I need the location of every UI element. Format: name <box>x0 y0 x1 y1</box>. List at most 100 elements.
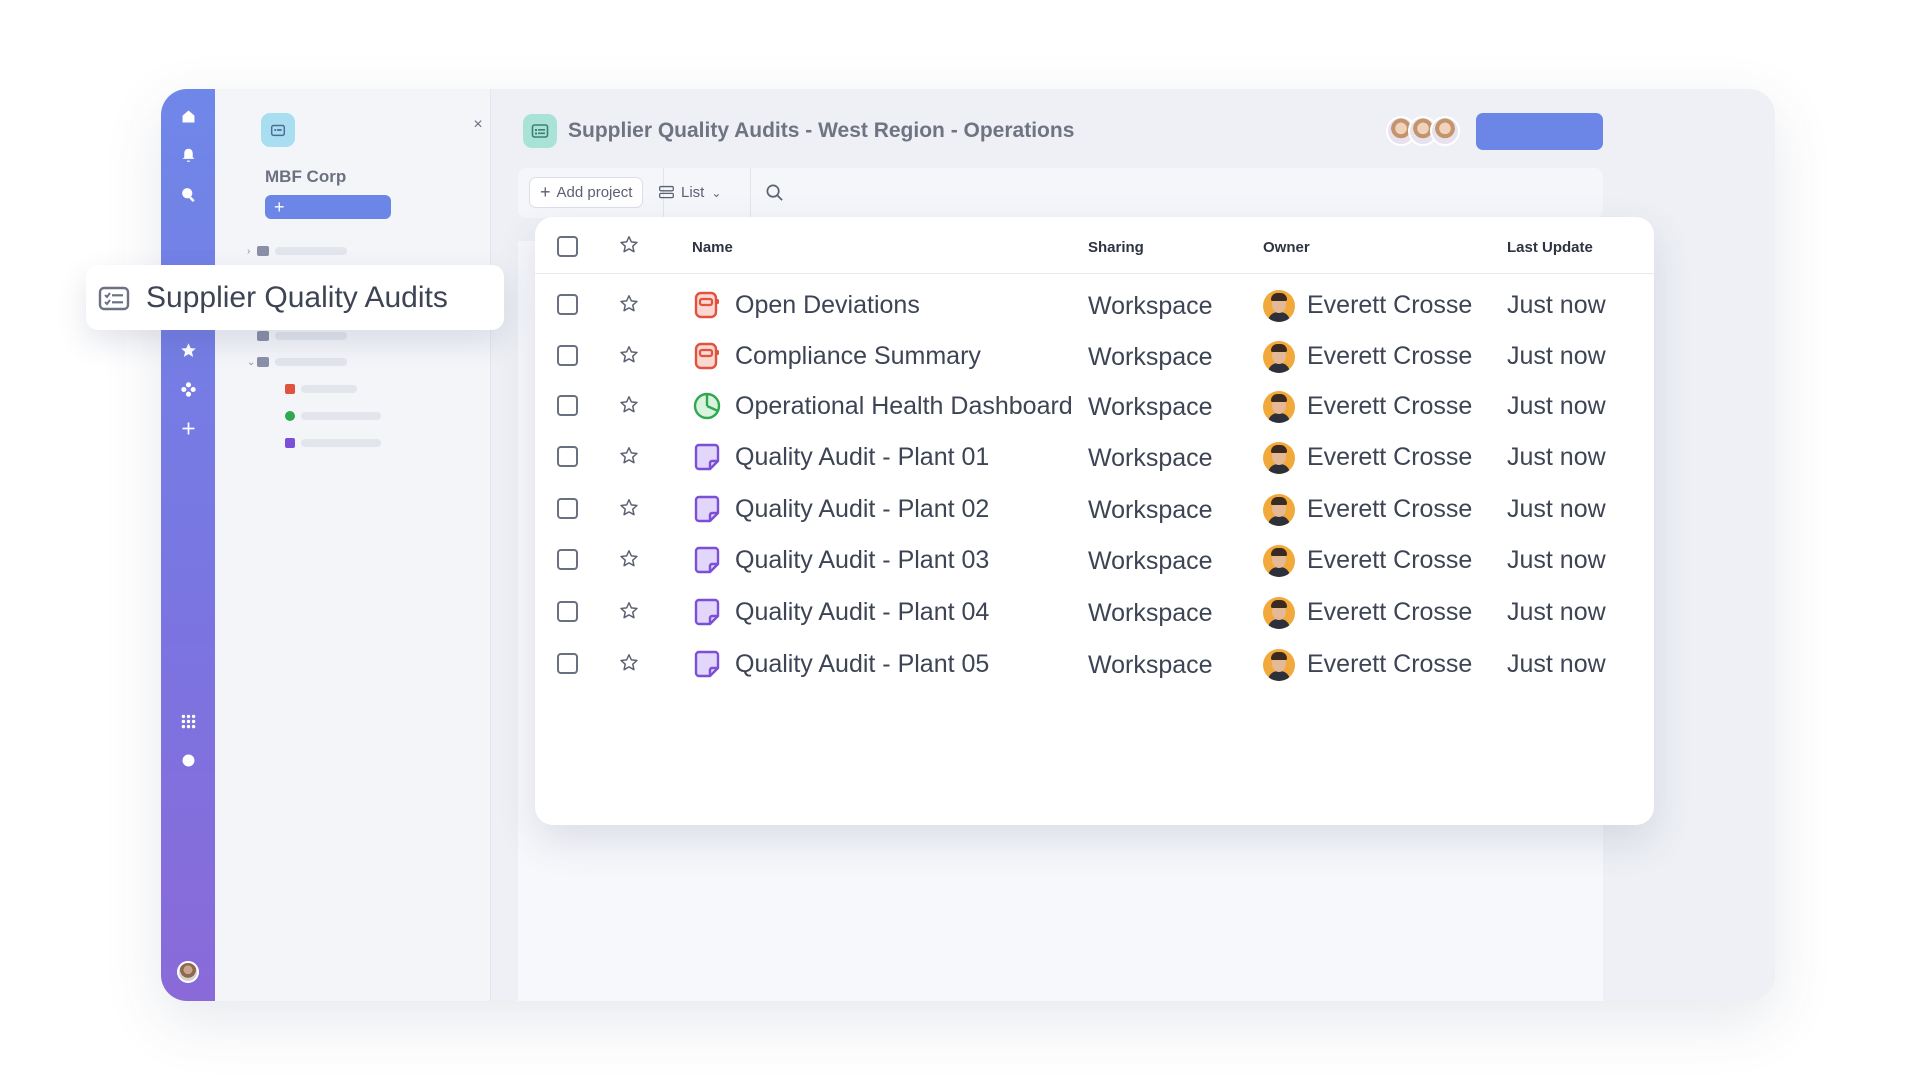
star-icon[interactable] <box>618 293 640 315</box>
project-folder-icon <box>523 114 557 148</box>
star-icon[interactable] <box>618 445 640 467</box>
toolbar-divider <box>750 168 751 218</box>
star-icon[interactable] <box>173 335 203 365</box>
row-name[interactable]: Open Deviations <box>735 291 920 320</box>
column-header-last-update[interactable]: Last Update <box>1507 239 1593 256</box>
row-checkbox[interactable] <box>557 601 578 622</box>
column-header-sharing[interactable]: Sharing <box>1088 239 1144 256</box>
row-sharing: Workspace <box>1088 496 1213 524</box>
owner-avatar <box>1263 442 1295 474</box>
page-title: Supplier Quality Audits - West Region - … <box>568 119 1075 142</box>
row-last-update: Just now <box>1507 291 1606 319</box>
row-checkbox[interactable] <box>557 395 578 416</box>
list-view-icon <box>659 185 674 199</box>
row-checkbox[interactable] <box>557 294 578 315</box>
report-icon <box>692 341 722 371</box>
owner-avatar <box>1263 290 1295 322</box>
plus-icon: + <box>540 182 551 202</box>
tree-item[interactable] <box>257 329 347 343</box>
project-list-card: Name Sharing Owner Last Update Open Devi… <box>535 217 1654 825</box>
row-checkbox[interactable] <box>557 653 578 674</box>
row-name[interactable]: Quality Audit - Plant 04 <box>735 598 989 627</box>
integrations-icon[interactable] <box>173 374 203 404</box>
collaborators[interactable] <box>1386 116 1466 148</box>
tree-item[interactable]: ⌄ <box>247 355 347 369</box>
document-icon <box>692 649 722 679</box>
row-last-update: Just now <box>1507 443 1606 471</box>
tree-item[interactable] <box>285 436 381 450</box>
row-name[interactable]: Quality Audit - Plant 03 <box>735 546 989 575</box>
owner-avatar <box>1263 391 1295 423</box>
row-name[interactable]: Quality Audit - Plant 01 <box>735 443 989 472</box>
report-icon <box>692 290 722 320</box>
table-row[interactable]: Quality Audit - Plant 03 Workspace Everett… <box>535 529 1654 589</box>
star-icon[interactable] <box>618 394 640 416</box>
workspace-add-button[interactable]: + <box>265 195 391 219</box>
owner-avatar <box>1263 649 1295 681</box>
project-chip[interactable]: Supplier Quality Audits <box>86 265 504 330</box>
add-project-button[interactable]: + Add project <box>529 177 644 208</box>
view-switcher[interactable]: List ⌄ <box>658 177 721 208</box>
star-icon[interactable] <box>618 652 640 674</box>
row-last-update: Just now <box>1507 546 1606 574</box>
select-all-checkbox[interactable] <box>557 236 578 257</box>
owner-avatar <box>1263 494 1295 526</box>
row-owner: Everett Crosse <box>1307 291 1473 319</box>
search-icon[interactable] <box>173 179 203 209</box>
home-icon[interactable] <box>173 101 203 131</box>
row-sharing: Workspace <box>1088 292 1213 320</box>
star-icon[interactable] <box>618 600 640 622</box>
column-header-name[interactable]: Name <box>692 239 733 256</box>
share-button[interactable] <box>1476 113 1603 150</box>
close-sidebar-icon[interactable]: × <box>470 117 486 133</box>
plus-icon[interactable] <box>173 413 203 443</box>
row-checkbox[interactable] <box>557 549 578 570</box>
row-owner: Everett Crosse <box>1307 392 1473 420</box>
owner-avatar <box>1263 545 1295 577</box>
document-icon <box>692 494 722 524</box>
row-checkbox[interactable] <box>557 498 578 519</box>
row-name[interactable]: Quality Audit - Plant 05 <box>735 650 989 679</box>
document-icon <box>692 545 722 575</box>
row-checkbox[interactable] <box>557 446 578 467</box>
workspace-logo-icon <box>261 113 295 147</box>
owner-avatar <box>1263 597 1295 629</box>
star-icon[interactable] <box>618 234 640 256</box>
avatar[interactable] <box>1430 116 1460 146</box>
star-icon[interactable] <box>618 497 640 519</box>
project-folder-icon <box>98 286 130 311</box>
help-icon[interactable] <box>173 745 203 775</box>
star-icon[interactable] <box>618 548 640 570</box>
row-owner: Everett Crosse <box>1307 342 1473 370</box>
row-name[interactable]: Operational Health Dashboard <box>735 392 1073 421</box>
bell-icon[interactable] <box>173 140 203 170</box>
view-label: List <box>681 184 705 201</box>
row-owner: Everett Crosse <box>1307 598 1473 626</box>
owner-avatar <box>1263 341 1295 373</box>
workspace-name: MBF Corp <box>265 167 347 186</box>
user-avatar[interactable] <box>177 961 199 983</box>
row-name[interactable]: Quality Audit - Plant 02 <box>735 495 989 524</box>
row-checkbox[interactable] <box>557 345 578 366</box>
search-icon[interactable] <box>765 183 784 202</box>
table-row[interactable]: Quality Audit - Plant 04 Workspace Everett… <box>535 581 1654 641</box>
pie-chart-icon <box>692 391 722 421</box>
row-name[interactable]: Compliance Summary <box>735 342 981 371</box>
star-icon[interactable] <box>618 344 640 366</box>
tree-item[interactable] <box>285 382 357 396</box>
row-sharing: Workspace <box>1088 599 1213 627</box>
row-sharing: Workspace <box>1088 343 1213 371</box>
row-owner: Everett Crosse <box>1307 546 1473 574</box>
row-owner: Everett Crosse <box>1307 443 1473 471</box>
row-last-update: Just now <box>1507 598 1606 626</box>
table-row[interactable]: Quality Audit - Plant 01 Workspace Everett… <box>535 426 1654 486</box>
row-last-update: Just now <box>1507 392 1606 420</box>
table-header: Name Sharing Owner Last Update <box>535 217 1654 274</box>
apps-grid-icon[interactable] <box>173 706 203 736</box>
row-last-update: Just now <box>1507 650 1606 678</box>
row-sharing: Workspace <box>1088 444 1213 472</box>
column-header-owner[interactable]: Owner <box>1263 239 1310 256</box>
table-row[interactable]: Quality Audit - Plant 05 Workspace Everett… <box>535 633 1654 693</box>
tree-item[interactable] <box>285 409 381 423</box>
tree-item[interactable]: › <box>247 244 347 258</box>
